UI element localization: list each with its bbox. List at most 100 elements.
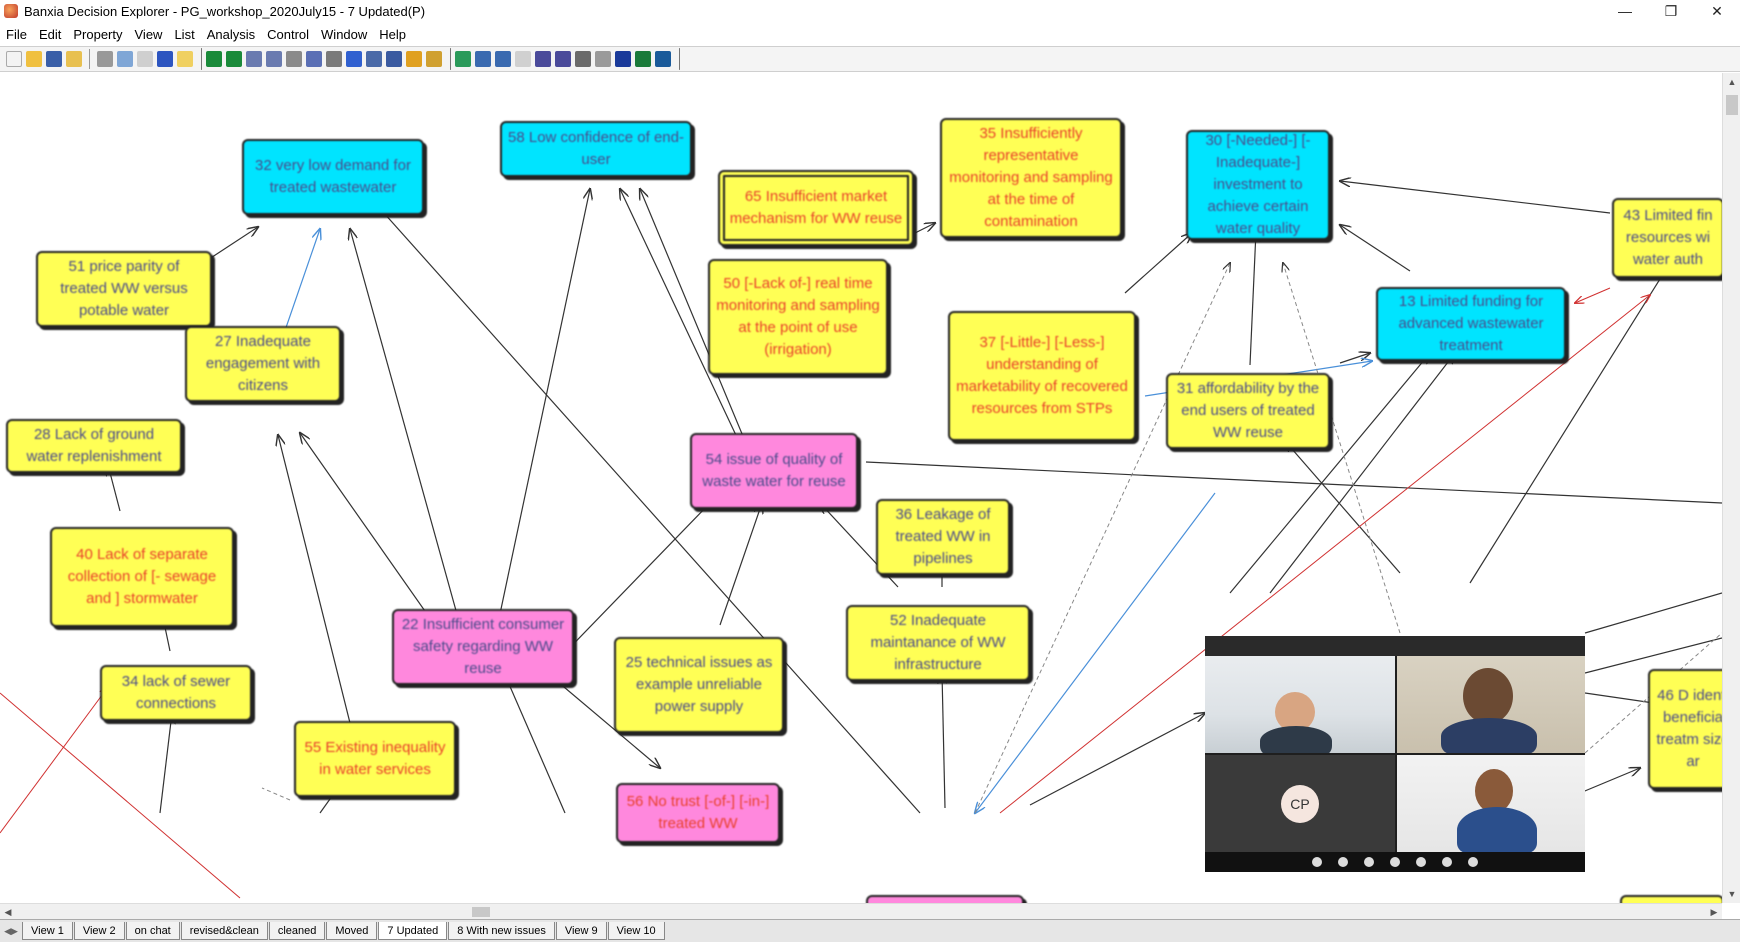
- menu-view[interactable]: View: [129, 27, 169, 42]
- node-22[interactable]: 22 Insufficient consumer safety regardin…: [392, 609, 574, 685]
- close-button[interactable]: ✕: [1694, 0, 1740, 22]
- tile-icon[interactable]: [495, 51, 511, 67]
- list-icon[interactable]: [535, 51, 551, 67]
- tab-view-10[interactable]: View 10: [607, 922, 665, 940]
- folder-icon[interactable]: [66, 51, 82, 67]
- leave-icon[interactable]: [1468, 857, 1478, 867]
- menu-file[interactable]: File: [0, 27, 33, 42]
- menu-list[interactable]: List: [168, 27, 200, 42]
- node-43[interactable]: 43 Limited fin resources wi water auth: [1612, 198, 1722, 278]
- hierarchy-icon[interactable]: [286, 51, 302, 67]
- arrange-icon[interactable]: [655, 51, 671, 67]
- vertical-scrollbar[interactable]: ▲ ▼: [1722, 73, 1740, 903]
- scroll-left-icon[interactable]: ◀: [0, 904, 16, 920]
- node-58[interactable]: 58 Low confidence of end-user: [500, 121, 692, 177]
- chart-icon[interactable]: [366, 51, 382, 67]
- edit-icon[interactable]: [326, 51, 342, 67]
- node-37[interactable]: 37 [-Little-] [-Less-] understanding of …: [948, 311, 1136, 441]
- video-call-overlay[interactable]: CP: [1205, 636, 1585, 872]
- node-bottom-right-partial[interactable]: [1620, 895, 1722, 903]
- collapse-icon[interactable]: [226, 51, 242, 67]
- note-icon[interactable]: [406, 51, 422, 67]
- node-40[interactable]: 40 Lack of separate collection of [- sew…: [50, 527, 234, 627]
- new-icon[interactable]: [6, 51, 22, 67]
- print-icon[interactable]: [97, 51, 113, 67]
- participant-tile-4[interactable]: [1397, 755, 1585, 852]
- node-55[interactable]: 55 Existing inequality in water services: [294, 721, 456, 797]
- style-icon[interactable]: [306, 51, 322, 67]
- node-28[interactable]: 28 Lack of ground water replenishment: [6, 419, 182, 473]
- refresh-icon[interactable]: [455, 51, 471, 67]
- node-52[interactable]: 52 Inadequate maintanance of WW infrastr…: [846, 605, 1030, 681]
- zoom-icon[interactable]: [595, 51, 611, 67]
- layout-icon[interactable]: [246, 51, 262, 67]
- vertical-scroll-thumb[interactable]: [1726, 95, 1738, 115]
- share-icon[interactable]: [1364, 857, 1374, 867]
- node-32[interactable]: 32 very low demand for treated wastewate…: [242, 139, 424, 215]
- more-icon[interactable]: [1442, 857, 1452, 867]
- document-icon[interactable]: [515, 51, 531, 67]
- participants-icon[interactable]: [1390, 857, 1400, 867]
- menu-help[interactable]: Help: [373, 27, 412, 42]
- node-13[interactable]: 13 Limited funding for advanced wastewat…: [1376, 287, 1566, 361]
- key-icon[interactable]: [426, 51, 442, 67]
- frame-icon[interactable]: [575, 51, 591, 67]
- analysis-icon[interactable]: [386, 51, 402, 67]
- node-50[interactable]: 50 [-Lack of-] real time monitoring and …: [708, 259, 888, 375]
- open-icon[interactable]: [26, 51, 42, 67]
- tab-on-chat[interactable]: on chat: [125, 922, 180, 940]
- node-25[interactable]: 25 technical issues as example unreliabl…: [614, 637, 784, 733]
- node-56[interactable]: 56 No trust [-of-] [-in-] treated WW: [616, 783, 780, 843]
- node-36[interactable]: 36 Leakage of treated WW in pipelines: [876, 499, 1010, 575]
- tab-revised-clean[interactable]: revised&clean: [180, 922, 268, 940]
- tab-view-9[interactable]: View 9: [555, 922, 607, 940]
- tab-scroll-left-icon[interactable]: ◀▶: [0, 922, 22, 940]
- tab-view-2[interactable]: View 2: [73, 922, 125, 940]
- horizontal-scroll-thumb[interactable]: [472, 907, 490, 917]
- node-34[interactable]: 34 lack of sewer connections: [100, 665, 252, 721]
- expand-icon[interactable]: [206, 51, 222, 67]
- node-30[interactable]: 30 [-Needed-] [-Inadequate-] investment …: [1186, 130, 1330, 240]
- menu-property[interactable]: Property: [67, 27, 128, 42]
- node-27[interactable]: 27 Inadequate engagement with citizens: [185, 326, 341, 402]
- save-icon[interactable]: [46, 51, 62, 67]
- participant-tile-2[interactable]: [1397, 656, 1585, 753]
- minimize-button[interactable]: —: [1602, 0, 1648, 22]
- node-65[interactable]: 65 Insufficient market mechanism for WW …: [718, 170, 914, 246]
- menu-analysis[interactable]: Analysis: [201, 27, 261, 42]
- menu-control[interactable]: Control: [261, 27, 315, 42]
- scroll-right-icon[interactable]: ▶: [1706, 904, 1722, 920]
- scroll-up-icon[interactable]: ▲: [1723, 73, 1740, 91]
- distribute-icon[interactable]: [635, 51, 651, 67]
- scroll-down-icon[interactable]: ▼: [1723, 885, 1740, 903]
- paste-icon[interactable]: [137, 51, 153, 67]
- node-54[interactable]: 54 issue of quality of waste water for r…: [690, 433, 858, 509]
- camera-icon[interactable]: [1338, 857, 1348, 867]
- tab-7-updated[interactable]: 7 Updated: [378, 922, 448, 940]
- menu-edit[interactable]: Edit: [33, 27, 67, 42]
- forward-icon[interactable]: [346, 51, 362, 67]
- mic-icon[interactable]: [1312, 857, 1322, 867]
- align-icon[interactable]: [615, 51, 631, 67]
- tab-cleaned[interactable]: cleaned: [268, 922, 326, 940]
- window-icon[interactable]: [475, 51, 491, 67]
- tab-moved[interactable]: Moved: [326, 922, 378, 940]
- chat-icon[interactable]: [1416, 857, 1426, 867]
- node-51[interactable]: 51 price parity of treated WW versus pot…: [36, 251, 212, 327]
- node-46[interactable]: 46 D identi beneficia treatm size ar: [1648, 669, 1722, 789]
- menu-window[interactable]: Window: [315, 27, 373, 42]
- help-icon[interactable]: [177, 51, 193, 67]
- link-icon[interactable]: [157, 51, 173, 67]
- copy-icon[interactable]: [117, 51, 133, 67]
- map-icon[interactable]: [266, 51, 282, 67]
- tab-view-1[interactable]: View 1: [22, 922, 73, 940]
- node-bottom-partial[interactable]: [866, 895, 1024, 903]
- node-35[interactable]: 35 Insufficiently representative monitor…: [940, 118, 1122, 238]
- restore-button[interactable]: ❐: [1648, 0, 1694, 22]
- tab-8-with-new-issues[interactable]: 8 With new issues: [448, 922, 555, 940]
- grid-icon[interactable]: [555, 51, 571, 67]
- participant-tile-1[interactable]: [1205, 656, 1395, 753]
- node-31[interactable]: 31 affordability by the end users of tre…: [1166, 373, 1330, 449]
- horizontal-scrollbar[interactable]: ◀ ▶: [0, 903, 1722, 919]
- participant-tile-3[interactable]: CP: [1205, 755, 1395, 852]
